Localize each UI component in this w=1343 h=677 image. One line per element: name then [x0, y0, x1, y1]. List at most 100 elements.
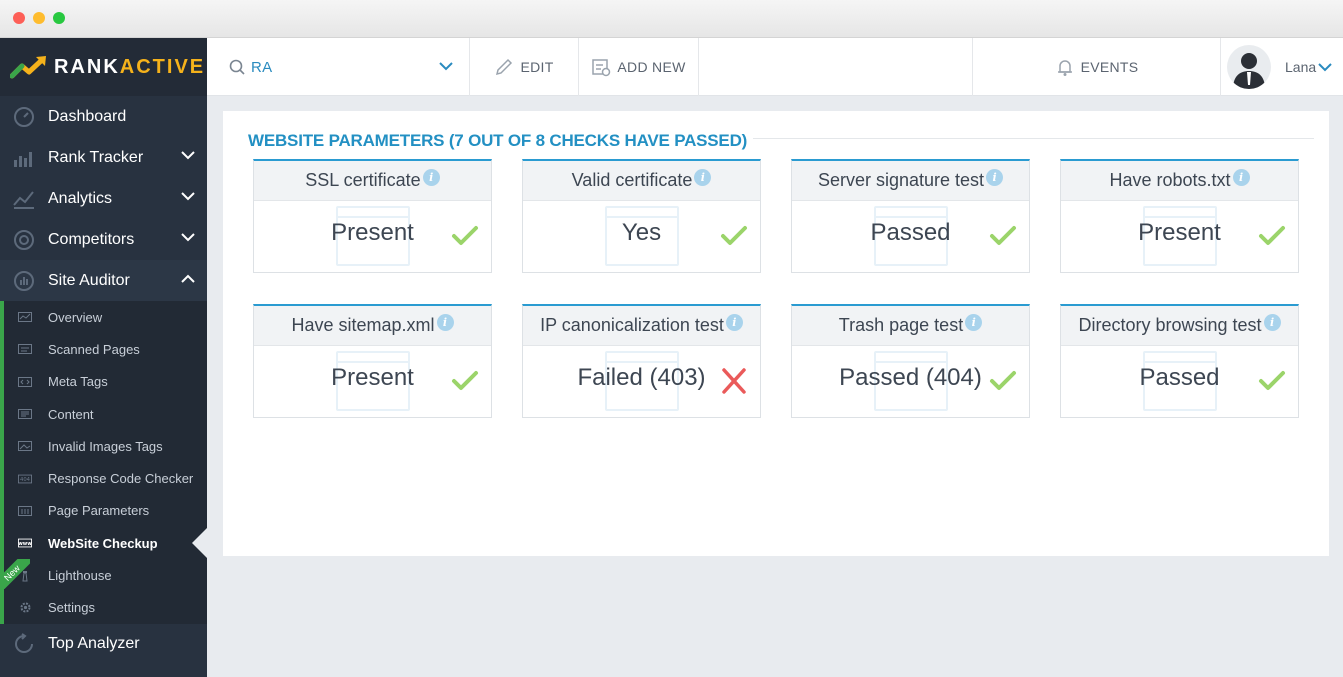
sidebar-item-label: Dashboard — [48, 107, 127, 125]
maximize-window-button[interactable] — [53, 12, 65, 24]
sidebar-item-competitors[interactable]: Competitors — [0, 219, 207, 260]
sidebar-item-analytics[interactable]: Analytics — [0, 178, 207, 219]
top-analyzer-icon — [12, 632, 36, 656]
events-button[interactable]: EVENTS — [972, 38, 1221, 96]
sidebar-item-invalid-images-tags[interactable]: Invalid Images Tags — [4, 430, 207, 462]
checkmark-icon — [1259, 226, 1285, 245]
check-card: SSL certificate i Present — [253, 159, 492, 273]
window-titlebar — [0, 0, 1343, 38]
check-card-body: Passed — [792, 201, 1029, 273]
info-icon[interactable]: i — [1232, 169, 1250, 186]
check-card: Have sitemap.xml i Present — [253, 304, 492, 418]
sidebar-item-rank-tracker[interactable]: Rank Tracker — [0, 137, 207, 178]
www-icon: www — [18, 537, 32, 549]
rankactive-logo[interactable]: RANKACTIVE — [0, 38, 207, 96]
check-card-header: Directory browsing test i — [1061, 306, 1298, 346]
check-name: Trash page test — [838, 315, 964, 335]
add-new-label: ADD NEW — [617, 59, 686, 75]
avatar — [1227, 45, 1271, 89]
check-name: Have sitemap.xml — [291, 315, 435, 335]
sidebar-item-label: Invalid Images Tags — [48, 438, 163, 454]
sidebar-item-label: Page Parameters — [48, 503, 150, 519]
speedometer-icon — [12, 105, 36, 129]
check-card: Directory browsing test i Passed — [1060, 304, 1299, 418]
add-new-button[interactable]: ADD NEW — [579, 38, 699, 96]
analytics-chart-icon — [12, 187, 36, 211]
check-card-body: Yes — [523, 201, 760, 273]
sidebar-item-website-checkup[interactable]: www WebSite Checkup — [4, 527, 208, 560]
edit-button[interactable]: EDIT — [470, 38, 579, 96]
sidebar: RANKACTIVE Dashboard Rank Tracker Analyt… — [0, 38, 208, 677]
info-icon[interactable]: i — [694, 169, 712, 186]
sidebar-item-label: Response Code Checker — [48, 471, 194, 487]
overview-icon — [18, 311, 32, 323]
check-card-header: Valid certificate i — [523, 161, 760, 201]
check-card-header: Server signature test i — [792, 161, 1029, 201]
pencil-icon — [494, 57, 514, 77]
sidebar-item-top-analyzer[interactable]: Top Analyzer — [0, 624, 207, 665]
check-card-body: Present — [254, 346, 491, 418]
scanned-pages-icon — [18, 343, 32, 355]
sidebar-item-site-auditor[interactable]: Site Auditor — [0, 260, 207, 301]
sidebar-item-label: Analytics — [48, 189, 113, 207]
checkmark-icon — [990, 371, 1016, 390]
info-icon[interactable]: i — [725, 314, 743, 331]
user-menu[interactable]: Lana — [1221, 38, 1343, 96]
svg-text:www: www — [18, 542, 32, 547]
chevron-down-icon — [181, 192, 195, 201]
checkmark-icon — [1259, 371, 1285, 390]
check-card-header: SSL certificate i — [254, 161, 491, 201]
project-name: RA — [251, 58, 273, 76]
checkmark-icon — [990, 226, 1016, 245]
sidebar-item-label: Settings — [48, 600, 95, 616]
check-card: Server signature test i Passed — [791, 159, 1030, 273]
info-icon[interactable]: i — [986, 169, 1004, 186]
minimize-window-button[interactable] — [33, 12, 45, 24]
project-selector[interactable]: RA — [207, 38, 470, 96]
check-card: Trash page test i Passed (404) — [791, 304, 1030, 418]
sidebar-item-label: Scanned Pages — [48, 341, 140, 357]
check-card-body: Failed (403) — [523, 346, 760, 418]
info-icon[interactable]: i — [422, 169, 440, 186]
sidebar-item-meta-tags[interactable]: Meta Tags — [4, 366, 207, 398]
check-card-body: Passed — [1061, 346, 1298, 418]
chevron-down-icon — [1318, 62, 1332, 71]
svg-text:404: 404 — [20, 477, 31, 483]
sidebar-item-label: Content — [48, 406, 94, 422]
target-icon — [12, 228, 36, 252]
code-tag-icon — [18, 376, 32, 388]
check-card: IP canonicalization test i Failed (403) — [522, 304, 761, 418]
chevron-down-icon — [181, 233, 195, 242]
info-icon[interactable]: i — [965, 314, 983, 331]
sidebar-item-label: Meta Tags — [48, 374, 108, 390]
sidebar-item-content[interactable]: Content — [4, 398, 207, 430]
chevron-down-icon — [181, 151, 195, 160]
sidebar-item-dashboard[interactable]: Dashboard — [0, 96, 207, 137]
info-icon[interactable]: i — [1263, 314, 1281, 331]
checkmark-icon — [452, 226, 478, 245]
info-icon[interactable]: i — [436, 314, 454, 331]
sidebar-item-scanned-pages[interactable]: Scanned Pages — [4, 333, 207, 365]
audit-icon — [12, 269, 36, 293]
sidebar-item-response-code-checker[interactable]: 404 Response Code Checker — [4, 462, 207, 494]
checkmark-icon — [452, 371, 478, 390]
check-card: Valid certificate i Yes — [522, 159, 761, 273]
sidebar-item-lighthouse[interactable]: New Lighthouse — [0, 559, 207, 591]
sidebar-item-page-parameters[interactable]: Page Parameters — [4, 495, 207, 527]
check-name: SSL certificate — [305, 170, 421, 190]
sidebar-item-label: Overview — [48, 309, 103, 325]
sidebar-item-settings[interactable]: Settings — [4, 592, 207, 624]
content-icon — [18, 408, 32, 420]
sidebar-item-label: Competitors — [48, 230, 135, 248]
new-badge-label: New — [0, 559, 30, 590]
sidebar-item-overview[interactable]: Overview — [4, 301, 207, 333]
sidebar-item-label: Top Analyzer — [48, 635, 140, 653]
user-name: Lana — [1285, 59, 1317, 75]
bell-icon — [1055, 57, 1075, 77]
close-window-button[interactable] — [13, 12, 25, 24]
sidebar-item-label: Rank Tracker — [48, 148, 144, 166]
logo-active: ACTIVE — [119, 55, 206, 78]
check-card-header: Have sitemap.xml i — [254, 306, 491, 346]
sidebar-item-label: WebSite Checkup — [48, 535, 158, 551]
check-card-header: IP canonicalization test i — [523, 306, 760, 346]
